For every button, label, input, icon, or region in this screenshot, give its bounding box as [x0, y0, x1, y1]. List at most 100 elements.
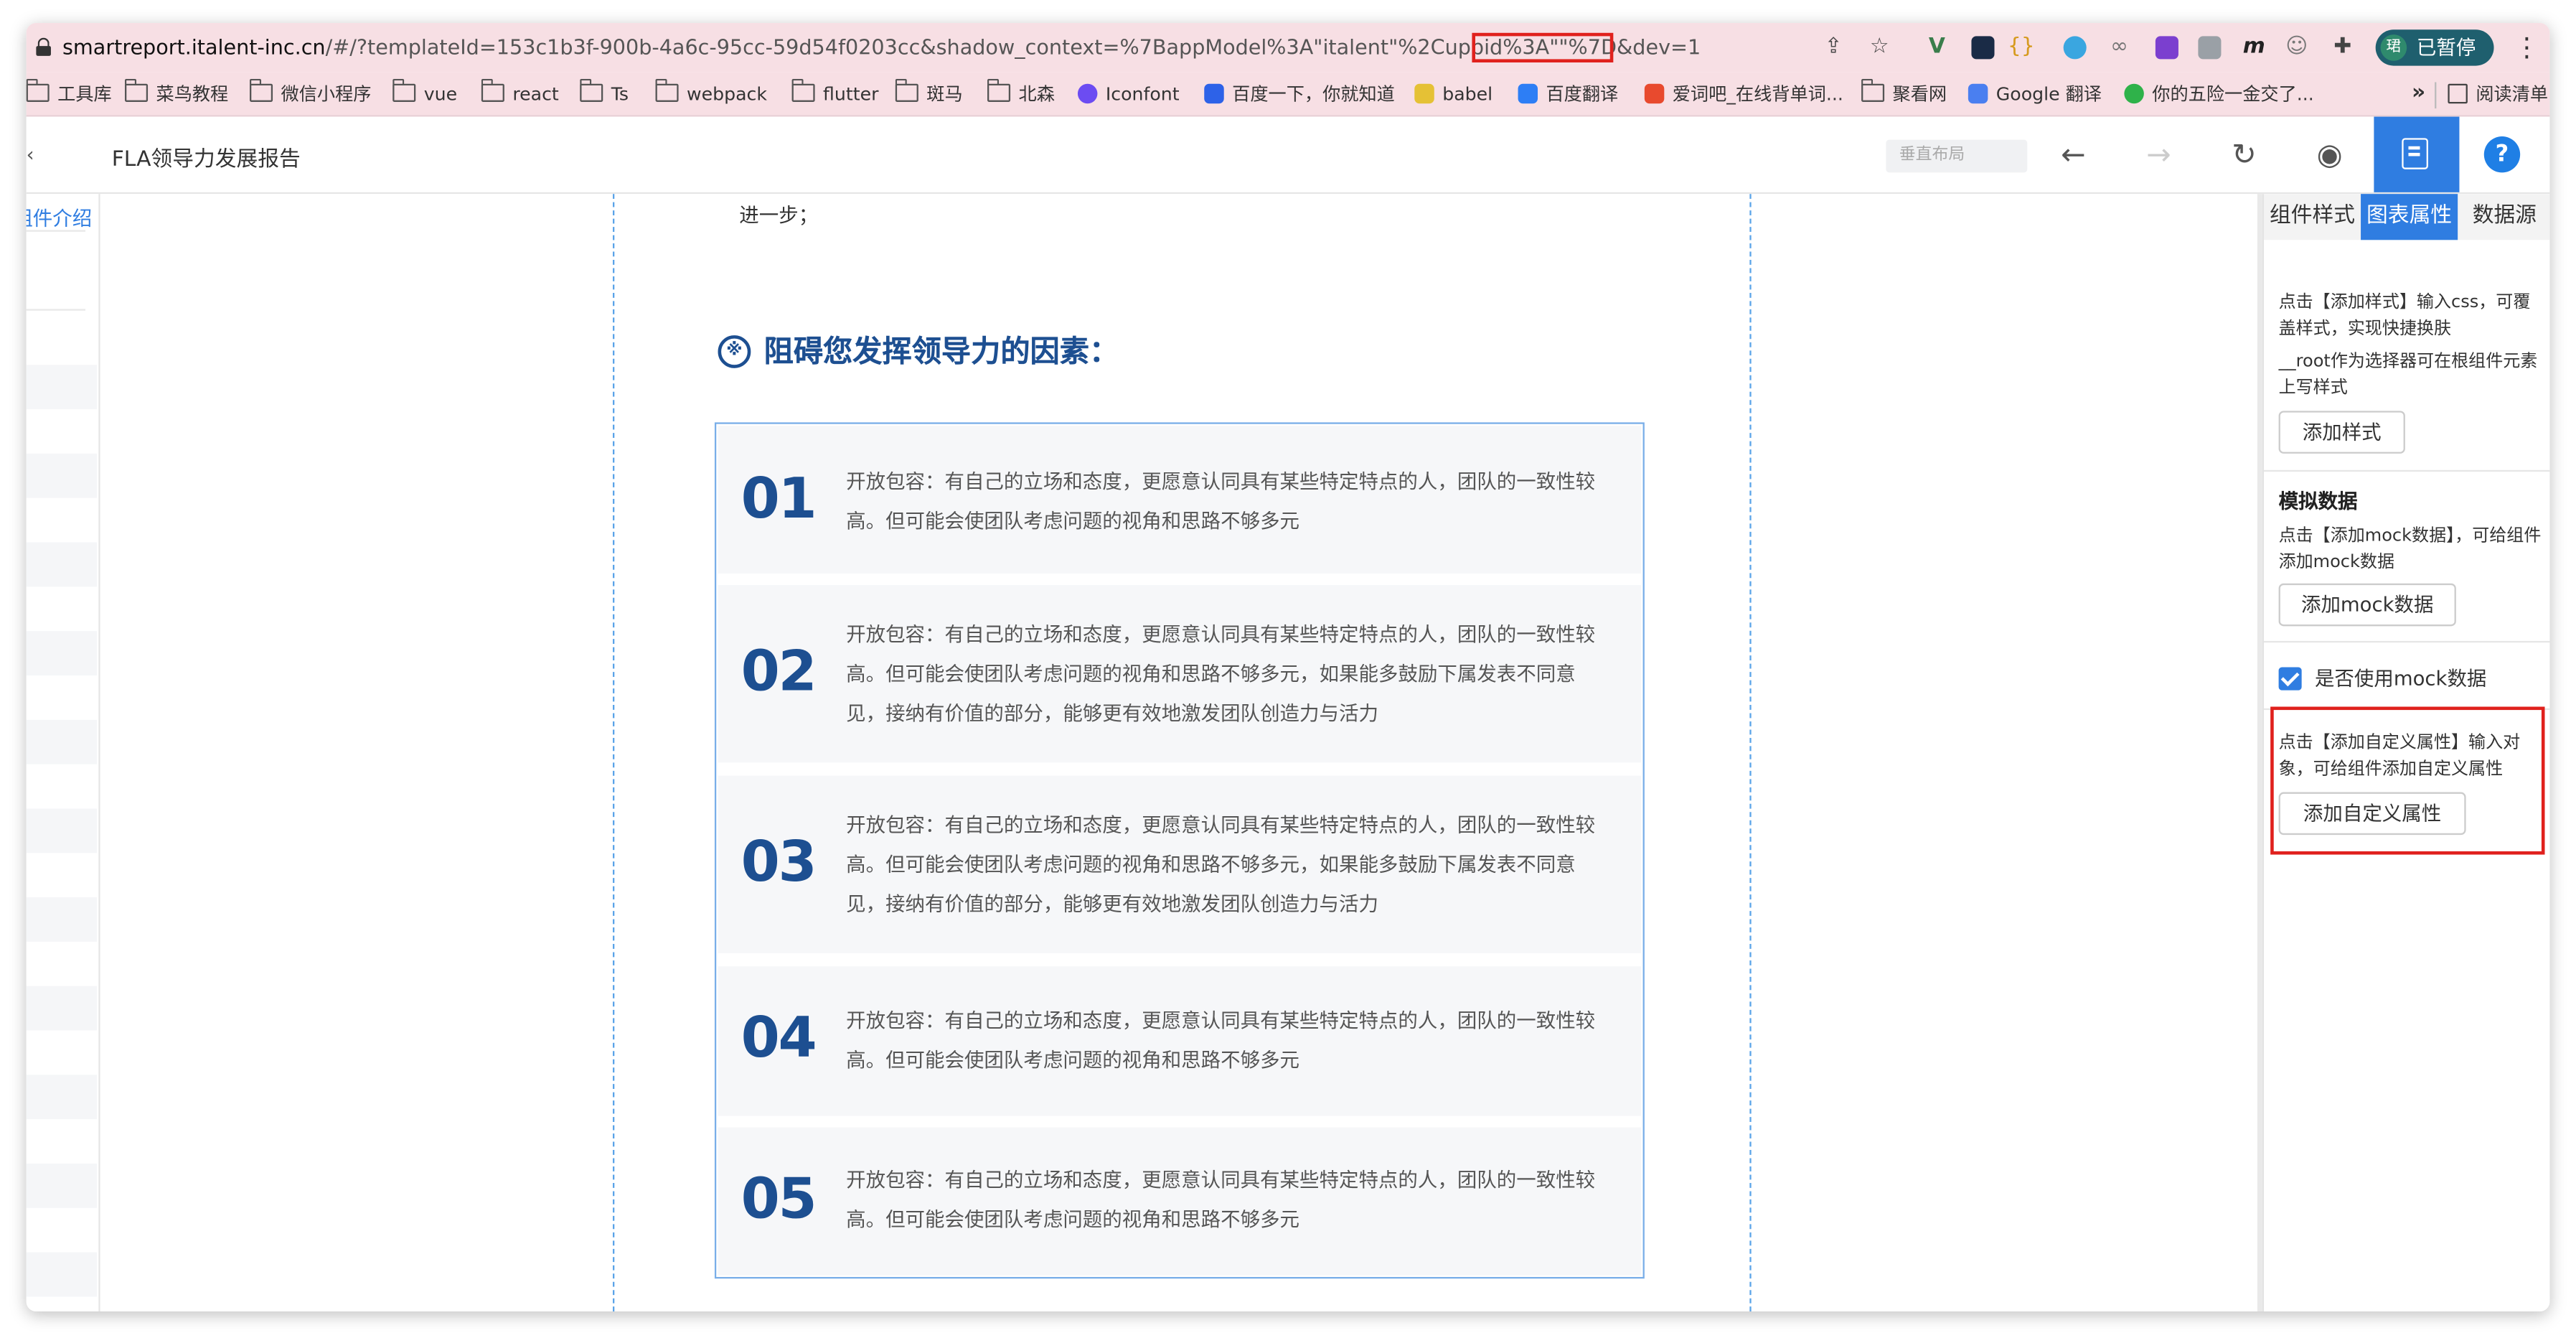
component-slot[interactable]	[26, 808, 98, 853]
bookmark-label: 你的五险一金交了...	[2152, 83, 2314, 106]
bookmark-item[interactable]: vue	[392, 78, 457, 108]
component-slot[interactable]	[26, 719, 98, 764]
canvas-scrollbar[interactable]	[2257, 194, 2262, 1312]
tab-component-style[interactable]: 组件样式	[2264, 194, 2361, 240]
colorzilla-extension-icon[interactable]	[2155, 36, 2178, 60]
property-tabs: 组件样式 图表属性 数据源	[2263, 194, 2550, 240]
folder-icon	[392, 78, 416, 102]
badge-icon: ※	[718, 335, 751, 368]
url-text[interactable]: smartreport.italent-inc.cn/#/?templateId…	[62, 34, 1701, 59]
bookmark-label: 百度翻译	[1546, 83, 1619, 106]
component-slot[interactable]	[26, 1163, 98, 1208]
share-icon[interactable]: ⇪	[1820, 34, 1847, 61]
component-slot[interactable]	[26, 986, 98, 1031]
factor-list-component[interactable]: 01 开放包容：有自己的立场和态度，更愿意认同具有某些特定特点的人，团队的一致性…	[714, 422, 1645, 1279]
bookmark-item[interactable]: Iconfont	[1077, 82, 1180, 108]
bookmark-item[interactable]: 菜鸟教程	[124, 78, 228, 108]
wechat-icon	[2124, 83, 2144, 104]
link-extension-icon[interactable]: ∞	[2106, 34, 2133, 61]
save-button[interactable]	[2374, 116, 2460, 192]
component-slot[interactable]	[26, 631, 98, 676]
refresh-icon[interactable]: ↻	[2224, 136, 2264, 176]
bookmark-item[interactable]: 爱词吧_在线背单词...	[1644, 82, 1843, 108]
bookmark-label: flutter	[823, 83, 879, 106]
bookmark-item[interactable]: react	[481, 78, 559, 108]
bookmark-item[interactable]: babel	[1414, 82, 1493, 108]
add-style-button[interactable]: 添加样式	[2278, 411, 2405, 454]
profile-status-label: 已暂停	[2416, 36, 2476, 60]
bookmark-item[interactable]: flutter	[791, 78, 879, 108]
list-item: 03 开放包容：有自己的立场和态度，更愿意认同具有某些特定特点的人，团队的一致性…	[718, 775, 1642, 953]
use-mock-checkbox[interactable]	[2278, 667, 2302, 691]
item-number: 03	[741, 830, 817, 896]
bookmark-label: 微信小程序	[281, 83, 372, 106]
panel-divider	[2263, 640, 2550, 643]
component-slot[interactable]	[26, 1252, 98, 1297]
baidu-translate-icon	[1518, 83, 1538, 104]
address-bar: smartreport.italent-inc.cn/#/?templateId…	[26, 23, 2550, 72]
folder-icon	[26, 78, 50, 102]
bookmarks-overflow-icon[interactable]: »	[2412, 80, 2425, 105]
ghost-extension-icon[interactable]: ☺	[2283, 34, 2310, 61]
url-host: smartreport.italent-inc.cn	[62, 34, 326, 60]
bookmarks-bar: 工具库 菜鸟教程 微信小程序 vue react Ts webpack flut…	[26, 72, 2550, 117]
more-menu-icon[interactable]: ⋮	[2514, 32, 2540, 65]
vue-devtools-icon[interactable]: V	[1924, 34, 1950, 61]
bookmark-item[interactable]: 微信小程序	[249, 78, 372, 108]
layout-select[interactable]: 垂直布局	[1886, 139, 2028, 173]
save-icon	[2402, 138, 2428, 169]
folder-icon	[124, 78, 149, 102]
url-field[interactable]: smartreport.italent-inc.cn/#/?templateId…	[36, 29, 1909, 65]
back-nav-button[interactable]: ‹	[27, 143, 34, 166]
list-item: 02 开放包容：有自己的立场和态度，更愿意认同具有某些特定特点的人，团队的一致性…	[718, 585, 1642, 763]
undo-arrow-icon[interactable]: ←	[2054, 136, 2093, 176]
component-slot[interactable]	[26, 453, 98, 498]
bookmark-star-icon[interactable]: ☆	[1866, 34, 1893, 61]
page-guide-right	[1749, 194, 1752, 1312]
baidu-paw-icon	[1204, 83, 1224, 104]
preview-eye-icon[interactable]: ◉	[2310, 136, 2349, 176]
bookmark-item[interactable]: Ts	[579, 78, 629, 108]
bookmark-item[interactable]: 斑马	[895, 78, 963, 108]
bookmark-item[interactable]: 百度翻译	[1518, 82, 1619, 108]
redo-arrow-icon[interactable]: →	[2139, 136, 2178, 176]
item-number: 02	[741, 639, 817, 706]
react-devtools-icon[interactable]	[1971, 36, 1995, 60]
bookmark-item[interactable]: 工具库	[26, 78, 112, 108]
component-slot[interactable]	[26, 365, 98, 410]
avatar: 珺	[2380, 34, 2407, 61]
folder-icon	[895, 78, 918, 102]
bookmark-label: babel	[1442, 83, 1493, 106]
bookmark-label: 斑马	[926, 83, 963, 106]
component-intro-link[interactable]: 组件介绍	[27, 204, 93, 232]
bookmark-item[interactable]: 你的五险一金交了...	[2124, 82, 2314, 108]
folder-icon	[579, 78, 603, 102]
face-extension-icon[interactable]	[2198, 36, 2222, 60]
bookmark-item[interactable]: 北森	[987, 78, 1055, 108]
json-extension-icon[interactable]: {}	[2008, 34, 2035, 61]
google-translate-icon	[1968, 83, 1988, 104]
m-extension-icon[interactable]: m	[2241, 34, 2267, 61]
bookmarks-divider	[2435, 82, 2437, 109]
item-number: 04	[741, 1006, 817, 1072]
bookmark-item[interactable]: Google 翻译	[1968, 82, 2102, 108]
tab-data-source[interactable]: 数据源	[2458, 194, 2549, 240]
tab-chart-properties[interactable]: 图表属性	[2361, 194, 2458, 240]
lock-icon	[36, 37, 51, 56]
bookmark-label: Iconfont	[1105, 83, 1180, 106]
page: smartreport.italent-inc.cn/#/?templateId…	[0, 0, 2576, 1338]
bookmark-item[interactable]: 百度一下，你就知道	[1204, 82, 1395, 108]
component-slot[interactable]	[26, 542, 98, 587]
component-slot[interactable]	[26, 1075, 98, 1120]
folder-icon	[791, 78, 815, 102]
cloud-extension-icon[interactable]	[2063, 36, 2087, 60]
reading-list-button[interactable]: 阅读清单	[2448, 82, 2548, 108]
profile-button[interactable]: 珺 已暂停	[2375, 29, 2494, 66]
component-slot[interactable]	[26, 897, 98, 942]
bookmark-item[interactable]: 聚看网	[1861, 78, 1947, 108]
bookmark-item[interactable]: webpack	[654, 78, 767, 108]
mock-hint: 点击【添加mock数据】，可给组件添加mock数据	[2278, 525, 2542, 572]
add-mock-button[interactable]: 添加mock数据	[2278, 583, 2456, 627]
help-button[interactable]: ?	[2483, 136, 2521, 173]
puzzle-extensions-icon[interactable]: ✚	[2330, 34, 2356, 61]
